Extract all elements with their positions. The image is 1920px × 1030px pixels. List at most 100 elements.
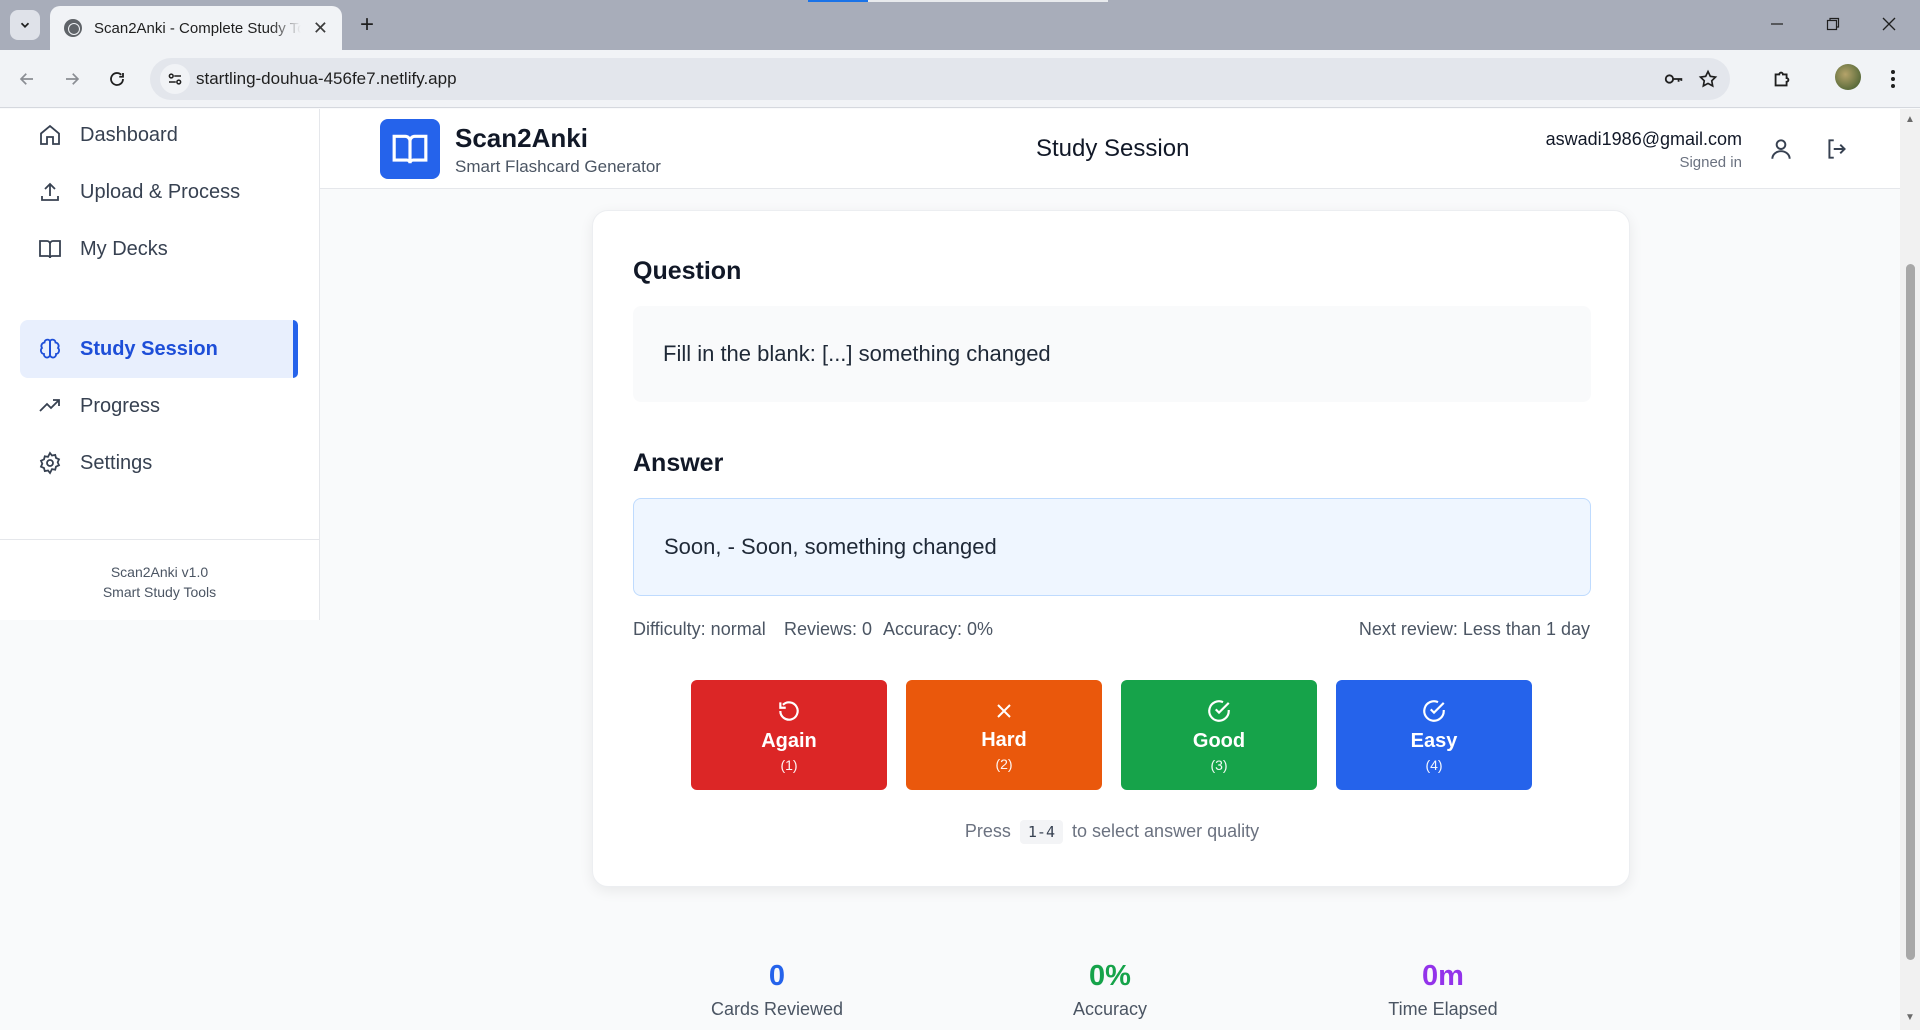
bookmark-star-icon[interactable] (1696, 67, 1720, 91)
sidebar-item-dashboard[interactable]: Dashboard (20, 106, 298, 164)
minimize-button[interactable] (1754, 8, 1800, 40)
scroll-up-arrow[interactable]: ▲ (1904, 114, 1916, 126)
again-key: (1) (780, 756, 798, 773)
rotate-ccw-icon (779, 700, 799, 721)
stat-cards-reviewed: 0 Cards Reviewed (677, 960, 877, 1020)
sidebar-item-label: Dashboard (80, 123, 178, 146)
sidebar: Dashboard Upload & Process My Decks Stud… (0, 109, 320, 620)
stat-time-elapsed: 0m Time Elapsed (1343, 960, 1543, 1020)
scrollbar-thumb[interactable] (1906, 264, 1915, 960)
app-version: Scan2Anki v1.0 (110, 564, 209, 580)
chevron-down-icon (20, 22, 30, 28)
url-text: startling-douhua-456fe7.netlify.app (196, 69, 457, 88)
easy-label: Easy (1410, 729, 1458, 752)
sidebar-item-progress[interactable]: Progress (20, 377, 298, 435)
difficulty-text: Difficulty: normal (633, 619, 766, 639)
easy-key: (4) (1425, 756, 1443, 773)
profile-button[interactable] (1765, 133, 1797, 165)
tab-title: Scan2Anki - Complete Study Tools (94, 19, 301, 37)
stat-accuracy: 0% Accuracy (1010, 960, 1210, 1020)
again-label: Again (761, 729, 817, 752)
logout-icon (1828, 139, 1846, 159)
browser-toolbar: startling-douhua-456fe7.netlify.app (0, 50, 1920, 108)
keyboard-hint: Press 1-4 to select answer quality (593, 820, 1631, 844)
reload-button[interactable] (101, 63, 133, 95)
hard-button[interactable]: Hard (2) (906, 680, 1102, 790)
arrow-left-icon (19, 73, 33, 85)
stat-label: Cards Reviewed (710, 999, 844, 1019)
tab-search-button[interactable] (10, 10, 40, 40)
book-open-icon (392, 134, 428, 164)
home-icon (40, 124, 60, 145)
browser-tab[interactable]: Scan2Anki - Complete Study Tools ✕ (50, 6, 342, 50)
brain-icon (40, 338, 60, 359)
close-tab-icon[interactable]: ✕ (313, 18, 328, 39)
next-review-text: Next review: Less than 1 day (1358, 619, 1590, 639)
profile-avatar[interactable] (1835, 64, 1861, 90)
minimize-icon (1771, 23, 1783, 25)
good-button[interactable]: Good (3) (1121, 680, 1317, 790)
sidebar-item-label: Study Session (80, 337, 218, 360)
restore-icon (1826, 17, 1840, 31)
hint-prefix: Press (964, 821, 1011, 841)
page-title: Study Session (1036, 135, 1190, 162)
sidebar-item-study-session[interactable]: Study Session (20, 320, 298, 378)
arrow-right-icon (66, 73, 80, 85)
again-button[interactable]: Again (1) (691, 680, 887, 790)
question-box: Fill in the blank: [...] something chang… (633, 306, 1591, 402)
sidebar-item-settings[interactable]: Settings (20, 434, 298, 492)
address-bar[interactable]: startling-douhua-456fe7.netlify.app (150, 58, 1730, 100)
sidebar-footer: Scan2Anki v1.0 Smart Study Tools (0, 539, 319, 602)
user-status: Signed in (1679, 154, 1742, 171)
browser-menu-button[interactable] (1877, 63, 1909, 95)
browser-tab-bar: Scan2Anki - Complete Study Tools ✕ + (0, 0, 1920, 50)
book-open-icon (39, 240, 61, 259)
sidebar-item-label: Upload & Process (80, 180, 241, 203)
back-button[interactable] (11, 63, 43, 95)
hard-key: (2) (995, 755, 1013, 772)
good-key: (3) (1210, 756, 1228, 773)
app-tagline: Smart Study Tools (102, 584, 217, 600)
easy-button[interactable]: Easy (4) (1336, 680, 1532, 790)
hint-keys: 1-4 (1019, 820, 1063, 844)
hint-suffix: to select answer quality (1072, 821, 1260, 841)
close-window-button[interactable] (1866, 8, 1912, 40)
sidebar-item-label: My Decks (80, 237, 168, 260)
sidebar-item-my-decks[interactable]: My Decks (20, 220, 298, 278)
extensions-button[interactable] (1766, 63, 1798, 95)
stat-value: 0% (1089, 960, 1131, 992)
puzzle-icon (1774, 71, 1790, 87)
loading-indicator-track (868, 0, 1108, 2)
sidebar-item-label: Settings (80, 451, 153, 474)
logout-button[interactable] (1821, 133, 1853, 165)
sidebar-item-label: Progress (80, 394, 161, 417)
loading-indicator (808, 0, 868, 2)
check-circle-icon (1423, 699, 1445, 722)
stat-value: 0m (1422, 960, 1464, 992)
stat-label: Time Elapsed (1388, 999, 1498, 1019)
app-logo (380, 119, 440, 179)
restore-button[interactable] (1810, 8, 1856, 40)
reload-icon (110, 72, 124, 86)
question-text: Fill in the blank: [...] something chang… (663, 341, 1051, 366)
stat-value: 0 (768, 960, 786, 992)
question-label: Question (633, 257, 742, 285)
app-header: Scan2Anki Smart Flashcard Generator Stud… (320, 109, 1900, 189)
site-info-button[interactable] (160, 64, 190, 94)
password-key-icon[interactable] (1662, 67, 1686, 91)
globe-icon (64, 19, 82, 37)
hard-label: Hard (981, 728, 1027, 751)
answer-box: Soon, - Soon, something changed (633, 498, 1591, 596)
new-tab-button[interactable]: + (352, 10, 382, 40)
stat-label: Accuracy (1072, 999, 1148, 1019)
answer-label: Answer (633, 449, 724, 477)
reviews-text: Reviews: 0 (784, 619, 873, 639)
sidebar-item-upload[interactable]: Upload & Process (20, 163, 298, 221)
check-circle-icon (1208, 699, 1230, 722)
scroll-down-arrow[interactable]: ▼ (1904, 1012, 1916, 1024)
good-label: Good (1192, 729, 1246, 752)
tune-icon (168, 73, 182, 85)
accuracy-text: Accuracy: 0% (883, 619, 994, 639)
forward-button[interactable] (56, 63, 88, 95)
brand-name: Scan2Anki (455, 123, 588, 153)
